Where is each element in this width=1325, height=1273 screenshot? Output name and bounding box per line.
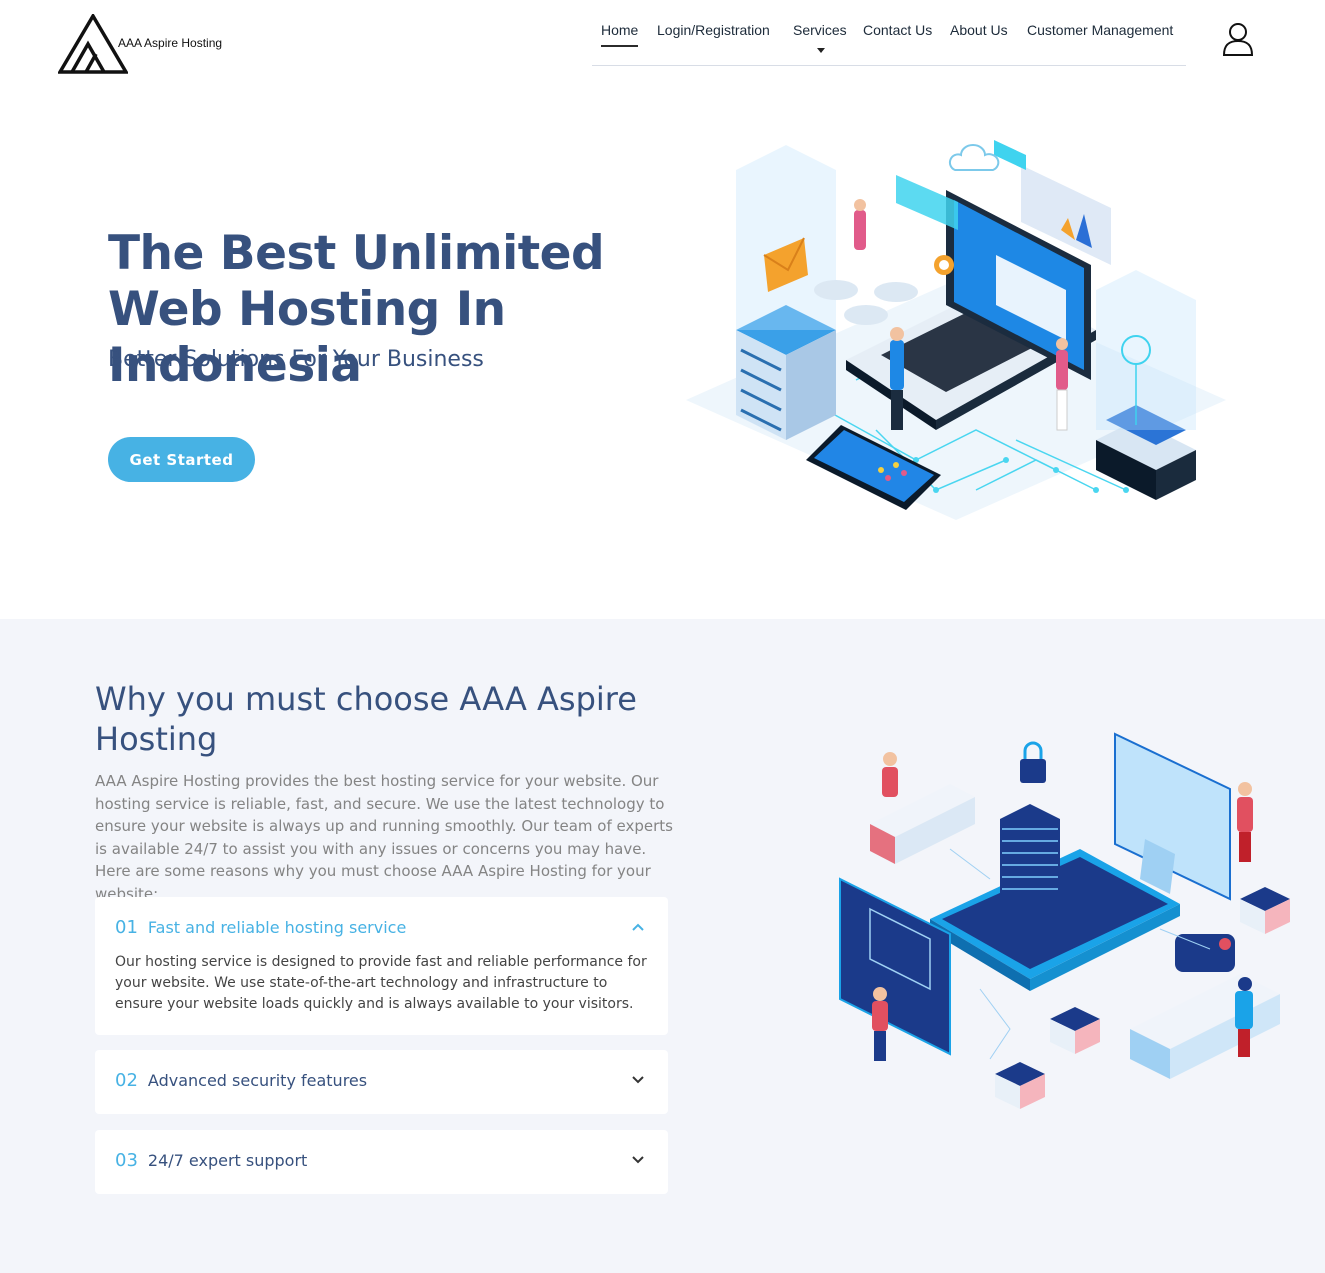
- accordion-body: Our hosting service is designed to provi…: [115, 954, 647, 1012]
- site-header: AAA Aspire Hosting Home Login/Registrati…: [0, 0, 1325, 90]
- nav-item-contact-us[interactable]: Contact Us: [863, 22, 932, 38]
- accordion-header-1[interactable]: 01 Fast and reliable hosting service: [115, 917, 406, 938]
- brand-name: AAA Aspire Hosting: [118, 36, 223, 50]
- nav-item-customer-management[interactable]: Customer Management: [1027, 22, 1173, 38]
- accordion-number: 02: [115, 1070, 138, 1091]
- accordion-header-3[interactable]: 03 24/7 expert support: [115, 1150, 307, 1171]
- accordion-number: 03: [115, 1150, 138, 1171]
- chevron-up-icon[interactable]: [632, 923, 644, 931]
- accordion-item-3: 03 24/7 expert support: [95, 1130, 668, 1194]
- get-started-button[interactable]: Get Started: [108, 437, 255, 482]
- chevron-down-icon[interactable]: [632, 1156, 644, 1164]
- why-description: AAA Aspire Hosting provides the best hos…: [95, 772, 673, 903]
- user-icon[interactable]: [1222, 22, 1254, 56]
- why-hosting-illustration: [839, 732, 1290, 1109]
- hero-subtitle: Better Solutions For Your Business: [108, 347, 484, 372]
- main-nav: Home Login/Registration Services Contact…: [592, 10, 1186, 66]
- hero-hosting-illustration: [686, 140, 1226, 520]
- accordion-title: 24/7 expert support: [147, 1151, 308, 1170]
- why-title: Why you must choose AAA Aspire Hosting: [95, 680, 637, 758]
- nav-item-services-label: Services: [793, 22, 847, 38]
- nav-item-home[interactable]: Home: [601, 22, 639, 47]
- accordion-item-2: 02 Advanced security features: [95, 1050, 668, 1114]
- nav-item-login-registration[interactable]: Login/Registration: [657, 22, 770, 38]
- why-section: Why you must choose AAA Aspire Hosting A…: [0, 619, 1325, 1273]
- nav-item-services[interactable]: Services: [793, 22, 847, 53]
- brand-logo[interactable]: AAA Aspire Hosting: [58, 14, 238, 76]
- accordion-item-1: 01 Fast and reliable hosting service Our…: [95, 897, 668, 1035]
- caret-down-icon: [817, 48, 825, 53]
- accordion-title: Fast and reliable hosting service: [147, 918, 407, 937]
- accordion-number: 01: [115, 917, 138, 938]
- nav-item-about-us[interactable]: About Us: [950, 22, 1008, 38]
- accordion-header-2[interactable]: 02 Advanced security features: [115, 1070, 367, 1091]
- accordion-title: Advanced security features: [147, 1071, 368, 1090]
- chevron-down-icon[interactable]: [632, 1076, 644, 1084]
